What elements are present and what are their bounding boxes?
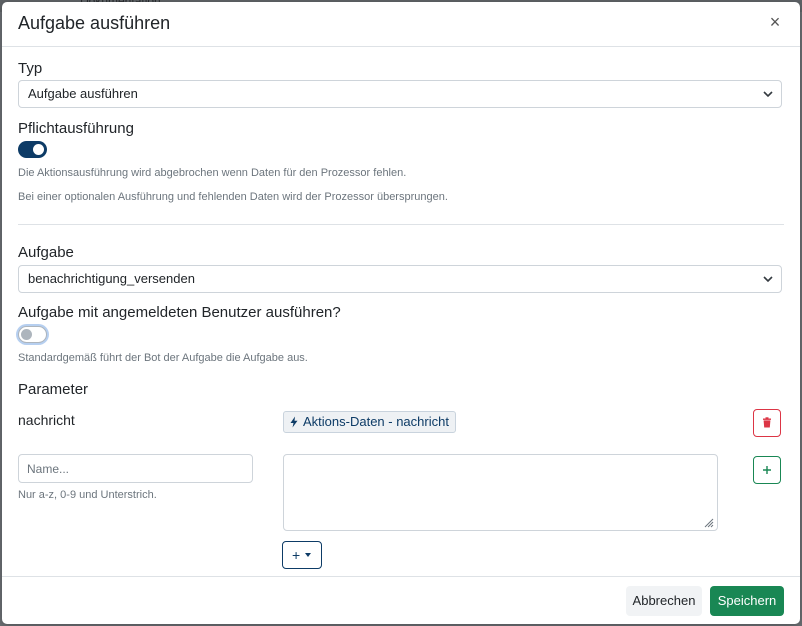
parameter-name-input[interactable]: [18, 454, 253, 483]
benutzer-help: Standardgemäß führt der Bot der Aufgabe …: [18, 352, 308, 364]
modal-title: Aufgabe ausführen: [18, 13, 171, 33]
resize-grip-icon[interactable]: [702, 516, 714, 528]
parameter-name-help: Nur a-z, 0-9 und Unterstrich.: [18, 489, 157, 501]
pflicht-help-1: Die Aktionsausführung wird abgebrochen w…: [18, 167, 407, 179]
toggle-knob: [21, 329, 32, 340]
chevron-down-icon: [763, 276, 773, 283]
param-name: nachricht: [18, 412, 75, 428]
close-icon: ×: [769, 12, 781, 32]
typ-select[interactable]: Aufgabe ausführen: [18, 80, 782, 108]
pflicht-help-2: Bei einer optionalen Ausführung und fehl…: [18, 191, 448, 203]
close-button[interactable]: ×: [764, 11, 786, 33]
aufgabe-select-value: benachrichtigung_versenden: [28, 271, 195, 286]
modal-footer: Abbrechen Speichern: [2, 576, 800, 624]
benutzer-label: Aufgabe mit angemeldeten Benutzer ausfüh…: [18, 304, 341, 321]
plus-icon: [763, 466, 771, 474]
typ-label: Typ: [18, 60, 43, 77]
cancel-button[interactable]: Abbrechen: [626, 586, 702, 616]
parameter-value-textarea[interactable]: [283, 454, 718, 531]
chevron-down-icon: [763, 91, 773, 98]
insert-variable-dropdown-button[interactable]: +: [282, 541, 322, 569]
parameter-label: Parameter: [18, 381, 89, 398]
section-divider: [18, 224, 784, 225]
save-button[interactable]: Speichern: [710, 586, 784, 616]
modal-dialog: Aufgabe ausführen × Typ Aufgabe ausführe…: [2, 2, 800, 624]
add-parameter-button[interactable]: [753, 456, 781, 484]
delete-parameter-button[interactable]: [753, 409, 781, 437]
trash-icon: [763, 417, 771, 428]
insert-variable-label: +: [291, 547, 301, 563]
bolt-icon: [290, 416, 298, 428]
typ-select-value: Aufgabe ausführen: [28, 86, 138, 101]
aufgabe-select[interactable]: benachrichtigung_versenden: [18, 265, 782, 293]
benutzer-toggle[interactable]: [18, 326, 47, 343]
pflicht-label: Pflichtausführung: [18, 120, 134, 137]
caret-down-icon: [305, 553, 312, 557]
param-value-badge[interactable]: Aktions-Daten - nachricht: [283, 411, 456, 433]
param-value-badge-label: Aktions-Daten - nachricht: [303, 414, 449, 429]
aufgabe-label: Aufgabe: [18, 244, 74, 261]
modal-header: Aufgabe ausführen ×: [2, 2, 800, 47]
toggle-knob: [33, 144, 44, 155]
pflicht-toggle[interactable]: [18, 141, 47, 158]
